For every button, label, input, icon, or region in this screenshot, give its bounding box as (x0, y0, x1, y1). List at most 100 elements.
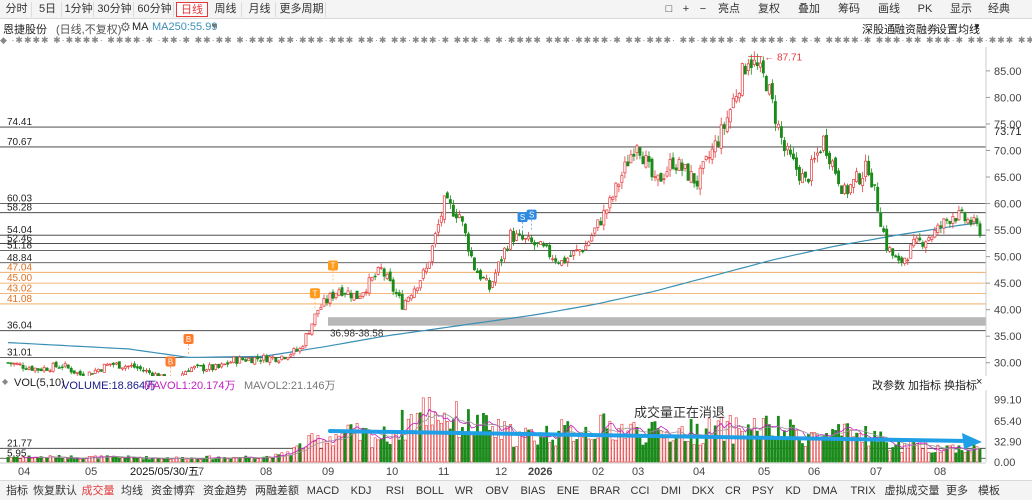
toolbar-button-4[interactable]: 画线 (872, 2, 906, 17)
volume-bar (650, 422, 654, 463)
indicator-tab-6[interactable]: 两融差额 (252, 483, 302, 499)
indicator-tab-26[interactable]: 模板 (974, 483, 1004, 499)
indicator-tab-2[interactable]: 成交量 (80, 483, 116, 499)
zoom-in-icon[interactable]: + (680, 2, 692, 17)
volume-bar (614, 439, 618, 463)
indicator-tab-18[interactable]: DKX (688, 483, 718, 499)
candle-body (794, 157, 798, 170)
indicator-tab-23[interactable]: TRIX (844, 483, 882, 499)
chevron-down-icon[interactable]: ▼ (210, 21, 219, 31)
indicator-tab-11[interactable]: WR (450, 483, 478, 499)
candle-body (719, 124, 723, 149)
volume-bar (653, 421, 657, 463)
indicator-tab-21[interactable]: KD (780, 483, 806, 499)
collapse-icon[interactable]: ◆ (2, 377, 8, 386)
volume-bar (397, 439, 401, 463)
volume-header: ◆ VOL(5,10) VOLUME:18.864万 MAVOL1:20.174… (0, 376, 1032, 392)
volume-bar (867, 445, 871, 463)
period-tab-4[interactable]: 60分钟 (136, 2, 174, 17)
candle-body (184, 371, 187, 376)
indicator-tab-14[interactable]: ENE (552, 483, 584, 499)
candle-body (355, 290, 359, 300)
candle-body (57, 367, 61, 369)
candle-body (659, 172, 663, 182)
candle-body (662, 178, 666, 180)
volume-bar (30, 457, 34, 463)
candle-body (280, 355, 284, 360)
candle-body (325, 298, 329, 304)
candle-body (563, 257, 567, 264)
indicator-tab-5[interactable]: 资金趋势 (200, 483, 250, 499)
indicator-tab-12[interactable]: OBV (480, 483, 514, 499)
volume-chart[interactable]: 21.775.95 成交量正在消退 99.1065.4032.900.00 04… (0, 390, 1032, 480)
candlestick-chart[interactable]: 74.4170.6760.0358.2854.0452.4651.1848.84… (0, 47, 1032, 376)
volume-bar (575, 439, 579, 463)
indicator-tab-1[interactable]: 恢复默认 (32, 483, 78, 499)
period-tab-0[interactable]: 分时 (2, 2, 32, 17)
volume-bar (602, 413, 606, 463)
indicator-tab-19[interactable]: CR (720, 483, 746, 499)
candle-body (515, 233, 519, 241)
indicator-tab-3[interactable]: 均线 (118, 483, 146, 499)
indicator-tab-9[interactable]: RSI (380, 483, 410, 499)
indicator-tab-17[interactable]: DMI (656, 483, 686, 499)
indicator-tab-24[interactable]: 虚拟成交量 (884, 483, 940, 499)
volume-bar (313, 439, 317, 463)
toolbar-button-1[interactable]: 复权 (752, 2, 786, 17)
candle-body (752, 59, 756, 65)
indicator-tab-4[interactable]: 资金博弈 (148, 483, 198, 499)
period-tab-7[interactable]: 月线 (244, 2, 276, 17)
period-tab-6[interactable]: 周线 (210, 2, 242, 17)
toolbar-button-6[interactable]: 显示 (944, 2, 978, 17)
volume-bar (773, 436, 777, 463)
volume-bar (647, 428, 651, 463)
toolbar-button-5[interactable]: PK (912, 2, 938, 17)
toolbar-button-7[interactable]: 经典 (984, 2, 1014, 17)
ma-label[interactable]: MA (132, 21, 149, 33)
candle-body (54, 361, 58, 368)
indicator-tab-13[interactable]: BIAS (516, 483, 550, 499)
dropdown-arrow-icon[interactable]: ▼ (973, 22, 981, 31)
volume-bar (36, 457, 40, 463)
indicator-tab-0[interactable]: 指标 (4, 483, 30, 499)
volume-bar (695, 423, 699, 463)
axis-label-5: 60.00 (994, 199, 1022, 211)
candle-body (605, 209, 609, 214)
period-tab-1[interactable]: 5日 (34, 2, 62, 17)
volume-bar (370, 447, 374, 463)
x-label-15: 07 (870, 466, 882, 478)
candle-body (506, 248, 509, 251)
indicator-tab-20[interactable]: PSY (748, 483, 778, 499)
indicator-tab-10[interactable]: BOLL (412, 483, 448, 499)
volume-bar (792, 424, 795, 463)
candle-body (190, 367, 194, 372)
period-tab-5[interactable]: 日线 (176, 2, 208, 17)
indicator-tab-25[interactable]: 更多 (942, 483, 972, 499)
period-tab-8[interactable]: 更多周期 (278, 2, 326, 17)
toolbar-button-2[interactable]: 叠加 (792, 2, 826, 17)
volume-bar (710, 434, 714, 463)
indicator-tab-15[interactable]: BRAR (586, 483, 624, 499)
volume-bar (677, 428, 681, 463)
volume-bars (6, 397, 982, 463)
indicator-tab-7[interactable]: MACD (304, 483, 342, 499)
indicator-tab-16[interactable]: CCI (626, 483, 654, 499)
toolbar-button-0[interactable]: 亮点 (712, 2, 746, 17)
volume-bar (421, 397, 425, 463)
volume-bar (737, 428, 741, 463)
zoom-out-icon[interactable]: − (697, 2, 709, 17)
indicator-tabs: 指标 恢复默认 成交量 均线 资金博弈 资金趋势 两融差额 MACD KDJ RSI BOLL WR O… (0, 480, 1032, 500)
volume-bar (870, 440, 874, 463)
volume-bar (921, 448, 925, 463)
close-icon[interactable]: × (976, 376, 982, 388)
period-tab-2[interactable]: 1分钟 (64, 2, 94, 17)
candle-body (632, 153, 636, 157)
indicator-tab-8[interactable]: KDJ (344, 483, 378, 499)
toolbar-button-3[interactable]: 筹码 (832, 2, 866, 17)
period-tab-3[interactable]: 30分钟 (96, 2, 134, 17)
indicator-tab-22[interactable]: DMA (808, 483, 842, 499)
candles (6, 51, 982, 376)
settings-gear-icon[interactable]: ⚙ (120, 20, 131, 34)
candle-body (888, 247, 892, 252)
square-icon[interactable]: □ (662, 2, 676, 17)
